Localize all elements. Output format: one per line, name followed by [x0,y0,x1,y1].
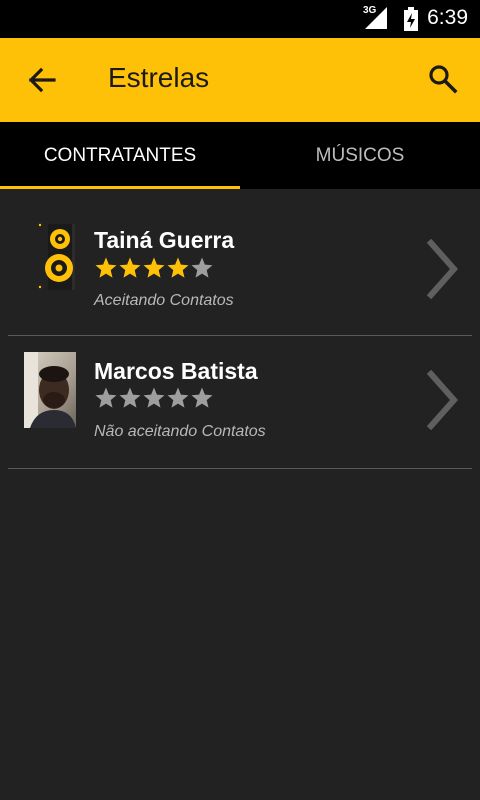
arrow-back-icon[interactable] [26,66,56,94]
star-empty-icon [95,387,117,408]
app-bar: Estrelas [0,38,480,122]
star-filled-icon [167,257,189,278]
contractor-list: Tainá Guerra Aceitando Contatos Marcos B… [0,189,480,469]
tab-label: MÚSICOS [315,144,405,166]
star-rating [94,386,214,410]
divider [8,468,472,469]
star-rating [94,256,214,280]
item-name: Marcos Batista [94,358,258,384]
tab-contratantes[interactable]: CONTRATANTES [0,122,240,189]
star-empty-icon [191,387,213,408]
search-icon[interactable] [428,64,458,94]
status-bar: 3G 6:39 [0,0,480,38]
star-empty-icon [167,387,189,408]
list-item[interactable]: Tainá Guerra Aceitando Contatos [0,189,480,335]
speaker-avatar [24,221,76,297]
star-empty-icon [191,257,213,278]
page-title: Estrelas [108,62,210,93]
person-photo-avatar [24,352,76,428]
list-item[interactable]: Marcos Batista Não aceitando Contatos [0,336,480,468]
star-filled-icon [119,257,141,278]
cell-signal-icon: 3G [363,5,387,29]
star-empty-icon [119,387,141,408]
battery-icon [404,7,418,31]
clock: 6:39 [427,6,468,29]
chevron-right-icon[interactable] [424,238,460,300]
chevron-right-icon[interactable] [424,369,460,431]
star-empty-icon [143,387,165,408]
contact-status: Aceitando Contatos [94,292,234,309]
tab-label: CONTRATANTES [43,144,197,166]
item-name: Tainá Guerra [94,227,235,253]
contact-status: Não aceitando Contatos [94,423,266,440]
star-filled-icon [95,257,117,278]
tab-bar: CONTRATANTES MÚSICOS [0,122,480,189]
tab-musicos[interactable]: MÚSICOS [240,122,480,189]
star-filled-icon [143,257,165,278]
